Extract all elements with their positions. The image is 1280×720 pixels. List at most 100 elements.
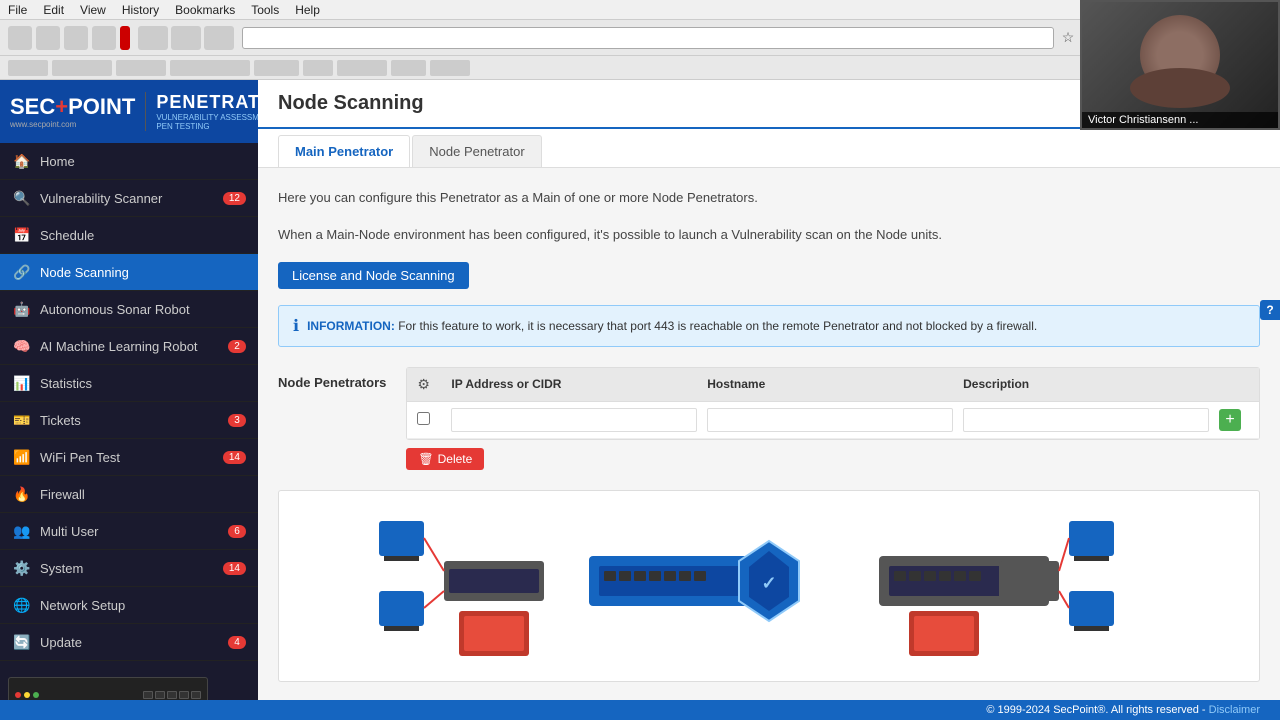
- computer-top-right: [1069, 521, 1114, 556]
- sidebar-item-schedule[interactable]: 📅 Schedule: [0, 217, 258, 254]
- sidebar-item-wifi-pen-test[interactable]: 📶 WiFi Pen Test 14: [0, 439, 258, 476]
- stop-button[interactable]: [120, 26, 130, 50]
- menu-bookmarks[interactable]: Bookmarks: [175, 3, 235, 17]
- sidebar-item-node-scanning[interactable]: 🔗 Node Scanning: [0, 254, 258, 291]
- sidebar-item-multi-user[interactable]: 👥 Multi User 6: [0, 513, 258, 550]
- bookmark-5[interactable]: [254, 60, 299, 76]
- sidebar-item-update[interactable]: 🔄 Update 4: [0, 624, 258, 661]
- bookmark-4[interactable]: [170, 60, 250, 76]
- sidebar-item-home[interactable]: 🏠 Home: [0, 143, 258, 180]
- bookmark-8[interactable]: [391, 60, 426, 76]
- sidebar-item-label: Home: [40, 154, 246, 169]
- rport-3: [924, 571, 936, 581]
- col-hostname-input[interactable]: [707, 408, 953, 432]
- sidebar-item-label: AI Machine Learning Robot: [40, 339, 228, 354]
- bookmark-9[interactable]: [430, 60, 470, 76]
- network-icon: 🌐: [12, 595, 32, 615]
- port-m6: [679, 571, 691, 581]
- menu-help[interactable]: Help: [295, 3, 320, 17]
- row-checkbox[interactable]: [417, 412, 430, 425]
- left-secpoint-label: [464, 616, 524, 651]
- video-avatar-shoulders: [1130, 68, 1230, 108]
- sidebar-item-ai-machine-learning[interactable]: 🧠 AI Machine Learning Robot 2: [0, 328, 258, 365]
- menu-file[interactable]: File: [8, 3, 27, 17]
- bookmark-1[interactable]: [8, 60, 48, 76]
- url-bar[interactable]: [242, 27, 1054, 49]
- info-box: ℹ INFORMATION: For this feature to work,…: [278, 305, 1260, 347]
- home-button[interactable]: [92, 26, 116, 50]
- col-add-action[interactable]: +: [1219, 409, 1249, 431]
- col-ip-input[interactable]: [451, 408, 697, 432]
- menu-view[interactable]: View: [80, 3, 106, 17]
- hostname-input[interactable]: [707, 408, 953, 432]
- info-label: INFORMATION:: [307, 319, 395, 333]
- system-icon: ⚙️: [12, 558, 32, 578]
- sidebar-item-support[interactable]: 💬 Support 18: [0, 661, 258, 669]
- video-name-label: Victor Christiansenn ...: [1082, 112, 1278, 128]
- ip-address-input[interactable]: [451, 408, 697, 432]
- add-row-button[interactable]: +: [1219, 409, 1241, 431]
- tab-main-penetrator[interactable]: Main Penetrator: [278, 135, 410, 167]
- description-input[interactable]: [963, 408, 1209, 432]
- logo-tagline: www.secpoint.com: [10, 120, 135, 129]
- col-header-hostname: Hostname: [707, 377, 953, 391]
- bookmark-7[interactable]: [337, 60, 387, 76]
- col-description-input[interactable]: [963, 408, 1209, 432]
- tab-node-penetrator[interactable]: Node Penetrator: [412, 135, 541, 167]
- tab-1[interactable]: [138, 26, 168, 50]
- bookmark-star[interactable]: ☆: [1058, 28, 1078, 48]
- sidebar-item-network-setup[interactable]: 🌐 Network Setup: [0, 587, 258, 624]
- sidebar-logo: SEC+POINT www.secpoint.com PENETRATOR™ V…: [0, 80, 258, 143]
- menu-edit[interactable]: Edit: [43, 3, 64, 17]
- home-icon: 🏠: [12, 151, 32, 171]
- port-m5: [664, 571, 676, 581]
- network-diagram: ✓: [278, 490, 1260, 682]
- footer-disclaimer-link[interactable]: Disclaimer: [1209, 704, 1260, 716]
- forward-button[interactable]: [36, 26, 60, 50]
- system-badge: 14: [223, 562, 246, 575]
- sidebar: SEC+POINT www.secpoint.com PENETRATOR™ V…: [0, 80, 258, 720]
- port-4: [179, 691, 189, 699]
- gear-settings-icon: ⚙: [417, 376, 430, 392]
- tab-2[interactable]: [171, 26, 201, 50]
- monitor-stand-left: [384, 556, 419, 561]
- update-icon: 🔄: [12, 632, 32, 652]
- sidebar-item-autonomous-sonar-robot[interactable]: 🤖 Autonomous Sonar Robot: [0, 291, 258, 328]
- sidebar-item-tickets[interactable]: 🎫 Tickets 3: [0, 402, 258, 439]
- help-button[interactable]: ?: [1260, 300, 1280, 320]
- line-bottom-right: [1059, 591, 1069, 608]
- logo-branding: SEC+POINT www.secpoint.com: [10, 94, 135, 129]
- bookmark-2[interactable]: [52, 60, 112, 76]
- bookmark-3[interactable]: [116, 60, 166, 76]
- menu-history[interactable]: History: [122, 3, 159, 17]
- sidebar-item-label: Vulnerability Scanner: [40, 191, 223, 206]
- back-button[interactable]: [8, 26, 32, 50]
- node-penetrators-table: ⚙ IP Address or CIDR Hostname Descriptio…: [406, 367, 1260, 440]
- sidebar-item-statistics[interactable]: 📊 Statistics: [0, 365, 258, 402]
- port-1: [143, 691, 153, 699]
- sidebar-item-label: Update: [40, 635, 228, 650]
- sidebar-item-system[interactable]: ⚙️ System 14: [0, 550, 258, 587]
- footer-text: © 1999-2024 SecPoint®. All rights reserv…: [986, 704, 1205, 716]
- tab-3[interactable]: [204, 26, 234, 50]
- delete-row-container: 🗑 Delete: [406, 448, 1260, 470]
- port-2: [155, 691, 165, 699]
- tickets-icon: 🎫: [12, 410, 32, 430]
- led-power: [15, 692, 21, 698]
- delete-label: Delete: [438, 452, 473, 466]
- port-m2: [619, 571, 631, 581]
- delete-button[interactable]: 🗑 Delete: [406, 448, 484, 470]
- license-node-scanning-button[interactable]: License and Node Scanning: [278, 262, 469, 289]
- sidebar-item-firewall[interactable]: 🔥 Firewall: [0, 476, 258, 513]
- info-icon: ℹ: [293, 316, 299, 336]
- footer: © 1999-2024 SecPoint®. All rights reserv…: [0, 700, 1280, 720]
- ai-badge: 2: [228, 340, 246, 353]
- tickets-badge: 3: [228, 414, 246, 427]
- rport-4: [939, 571, 951, 581]
- video-feed: [1082, 2, 1278, 128]
- bookmark-6[interactable]: [303, 60, 333, 76]
- sidebar-item-vulnerability-scanner[interactable]: 🔍 Vulnerability Scanner 12: [0, 180, 258, 217]
- refresh-button[interactable]: [64, 26, 88, 50]
- multi-user-icon: 👥: [12, 521, 32, 541]
- menu-tools[interactable]: Tools: [251, 3, 279, 17]
